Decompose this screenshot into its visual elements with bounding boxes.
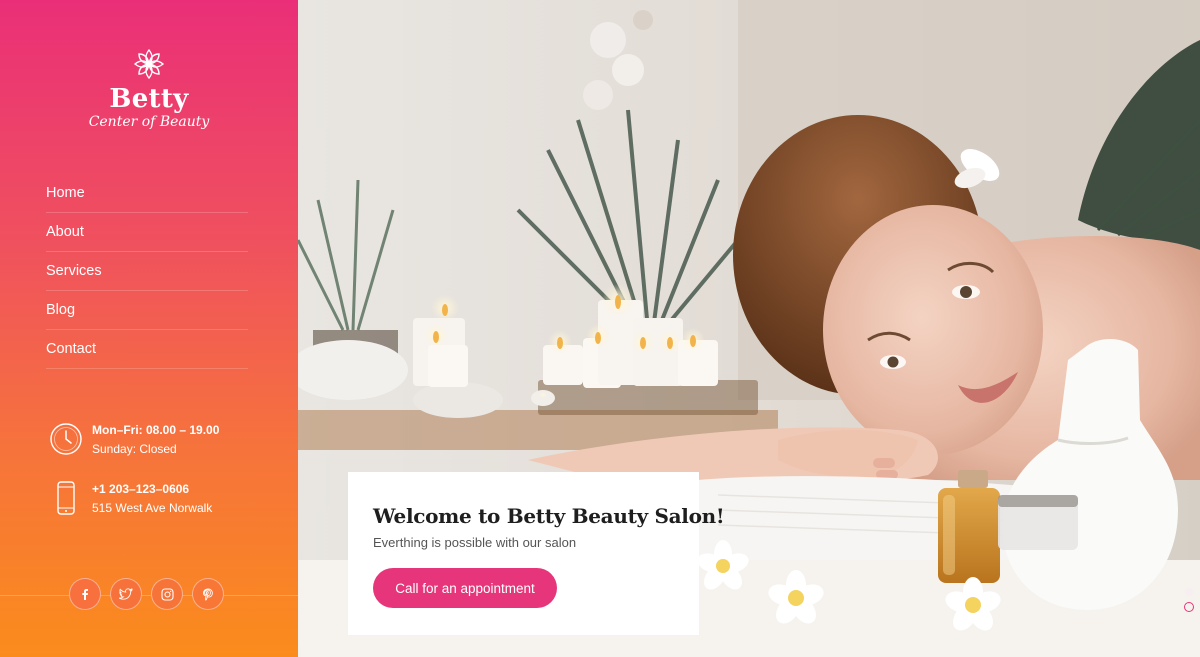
welcome-card: Welcome to Betty Beauty Salon! Everthing… xyxy=(348,472,725,635)
logo[interactable]: Betty Center of Beauty xyxy=(0,46,298,130)
phone-icon xyxy=(57,481,75,515)
pinterest-button[interactable] xyxy=(192,578,224,610)
facebook-icon xyxy=(82,589,88,600)
appointment-button[interactable]: Call for an appointment xyxy=(373,568,557,608)
clock-icon xyxy=(50,423,82,455)
twitter-icon xyxy=(119,588,133,600)
slider-dot-2[interactable] xyxy=(1184,602,1194,612)
nav-item-blog[interactable]: Blog xyxy=(46,291,248,330)
contact-info: +1 203–123–0606 515 West Ave Norwalk xyxy=(48,480,258,518)
nav-item-about[interactable]: About xyxy=(46,213,248,252)
facebook-button[interactable] xyxy=(69,578,101,610)
opening-hours: Mon–Fri: 08.00 – 19.00 Sunday: Closed xyxy=(48,421,258,459)
welcome-title: Welcome to Betty Beauty Salon! xyxy=(373,504,725,528)
phone-number[interactable]: +1 203–123–0606 xyxy=(92,480,212,499)
lotus-icon xyxy=(133,48,165,80)
nav-item-contact[interactable]: Contact xyxy=(46,330,248,369)
twitter-button[interactable] xyxy=(110,578,142,610)
address: 515 West Ave Norwalk xyxy=(92,501,213,515)
brand-name: Betty xyxy=(109,84,189,114)
slider-dot-1[interactable] xyxy=(1185,588,1193,596)
nav-item-home[interactable]: Home xyxy=(46,174,248,213)
slider-pagination xyxy=(1183,588,1195,618)
instagram-button[interactable] xyxy=(151,578,183,610)
main-nav: Home About Services Blog Contact xyxy=(46,174,248,369)
nav-item-services[interactable]: Services xyxy=(46,252,248,291)
pinterest-icon xyxy=(203,588,213,601)
hours-weekdays: Mon–Fri: 08.00 – 19.00 xyxy=(92,423,220,437)
welcome-subtitle: Everthing is possible with our salon xyxy=(373,535,577,550)
hours-sunday: Sunday: Closed xyxy=(92,442,177,456)
instagram-icon xyxy=(160,587,174,601)
page: Betty Center of Beauty Home About Servic… xyxy=(0,0,1200,657)
social-links xyxy=(69,578,224,610)
brand-tagline: Center of Beauty xyxy=(88,114,210,130)
sidebar: Betty Center of Beauty Home About Servic… xyxy=(0,0,298,657)
